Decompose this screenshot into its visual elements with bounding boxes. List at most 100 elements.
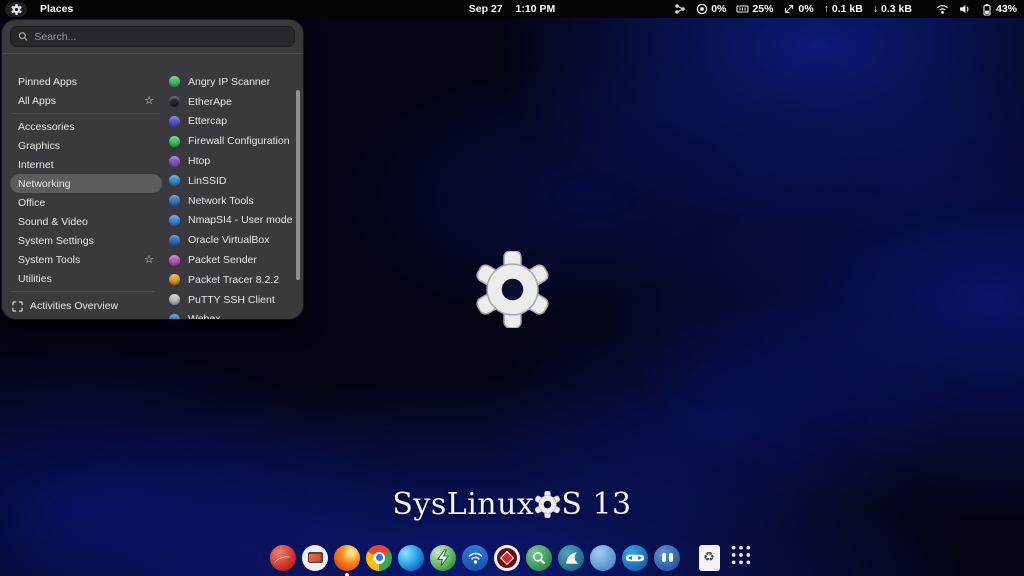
nmapsi4-icon xyxy=(169,215,180,226)
menu-category-office[interactable]: Office xyxy=(10,193,162,212)
applications-menu-button[interactable] xyxy=(5,2,27,17)
menu-app-linssid[interactable]: LinSSID xyxy=(167,171,294,191)
red-diamond-app-icon xyxy=(494,545,520,571)
brand-prefix: SysLinux xyxy=(392,487,534,522)
applications-menu: Pinned Apps All Apps ☆ Accessories Graph… xyxy=(2,20,303,319)
dock-item-remote-app[interactable] xyxy=(654,542,681,573)
panel-date: Sep 27 xyxy=(469,3,503,15)
tray-volume[interactable] xyxy=(959,3,971,15)
teamviewer-icon xyxy=(622,545,648,571)
panel-time: 1:10 PM xyxy=(516,3,556,15)
wifi-icon xyxy=(936,3,949,15)
menu-app-putty[interactable]: PuTTY SSH Client xyxy=(167,290,294,310)
menu-category-sound-video[interactable]: Sound & Video xyxy=(10,212,162,231)
tray-net-up[interactable]: ↑ 0.1 kB xyxy=(824,3,863,15)
network-tools-icon xyxy=(169,195,180,206)
menu-category-system-settings[interactable]: System Settings xyxy=(10,231,162,250)
category-list: Pinned Apps All Apps ☆ Accessories Graph… xyxy=(10,72,162,288)
activities-overview-button[interactable]: Activities Overview xyxy=(12,300,118,312)
menu-app-htop[interactable]: Htop xyxy=(167,151,294,171)
menu-category-all-apps[interactable]: All Apps ☆ xyxy=(10,91,162,110)
putty-icon xyxy=(169,294,180,305)
battery-icon xyxy=(981,3,993,16)
menu-app-packet-sender[interactable]: Packet Sender xyxy=(167,250,294,270)
app-list: Angry IP Scanner EtherApe Ettercap Firew… xyxy=(167,72,294,319)
menu-app-firewall-configuration[interactable]: Firewall Configuration xyxy=(167,131,294,151)
star-icon: ☆ xyxy=(144,253,154,266)
search-input[interactable] xyxy=(34,31,287,43)
app-grid-icon xyxy=(730,544,752,571)
firewall-configuration-icon xyxy=(169,136,180,147)
search-bar[interactable] xyxy=(10,26,295,47)
swap-arrows-icon xyxy=(783,3,795,15)
dock-item-lightning[interactable] xyxy=(430,542,457,573)
memory-icon xyxy=(736,3,749,15)
firefox-icon xyxy=(334,545,360,571)
activities-overview-icon xyxy=(12,301,23,312)
menu-app-virtualbox[interactable]: Oracle VirtualBox xyxy=(167,230,294,250)
packet-sender-icon xyxy=(169,255,180,266)
dock-item-trash[interactable]: ♻ xyxy=(696,542,723,573)
star-icon: ☆ xyxy=(144,94,154,107)
red-sphere-app-icon xyxy=(270,545,296,571)
dock-item-teamviewer[interactable] xyxy=(622,542,649,573)
brand-suffix: S 13 xyxy=(561,487,631,522)
menu-app-packet-tracer[interactable]: Packet Tracer 8.2.2 xyxy=(167,270,294,290)
menu-category-internet[interactable]: Internet xyxy=(10,155,162,174)
edge-icon xyxy=(398,545,424,571)
dock: ♻ xyxy=(0,542,1024,573)
angry-ip-scanner-icon xyxy=(169,76,180,87)
menu-app-webex[interactable]: Webex xyxy=(167,310,294,319)
volume-icon xyxy=(959,3,971,15)
tray-net-down[interactable]: ↓ 0.3 kB xyxy=(873,3,912,15)
menu-app-angry-ip-scanner[interactable]: Angry IP Scanner xyxy=(167,72,294,92)
upload-arrow-icon: ↑ xyxy=(824,3,829,15)
wireshark-icon xyxy=(558,545,584,571)
tray-memory[interactable]: 25% xyxy=(736,3,773,15)
menu-app-ettercap[interactable]: Ettercap xyxy=(167,112,294,132)
dock-item-wifi[interactable] xyxy=(462,542,489,573)
htop-icon xyxy=(169,156,180,167)
menu-category-networking[interactable]: Networking xyxy=(10,174,162,193)
linssid-icon xyxy=(169,175,180,186)
menu-category-utilities[interactable]: Utilities xyxy=(10,269,162,288)
remote-pause-app-icon xyxy=(654,545,680,571)
dock-item-chrome[interactable] xyxy=(366,542,393,573)
dock-item-red-sphere[interactable] xyxy=(270,542,297,573)
menu-app-network-tools[interactable]: Network Tools xyxy=(167,191,294,211)
dock-item-app-grid[interactable] xyxy=(728,542,755,573)
menu-category-pinned-apps[interactable]: Pinned Apps xyxy=(10,72,162,91)
dock-item-blue-app[interactable] xyxy=(590,542,617,573)
lightning-app-icon xyxy=(430,545,456,571)
places-menu[interactable]: Places xyxy=(40,3,73,15)
dock-item-firefox[interactable] xyxy=(334,542,361,573)
dock-item-scanner[interactable] xyxy=(526,542,553,573)
menu-category-graphics[interactable]: Graphics xyxy=(10,136,162,155)
magnifier-app-icon xyxy=(526,545,552,571)
menu-category-accessories[interactable]: Accessories xyxy=(10,117,162,136)
app-list-scrollbar[interactable] xyxy=(296,90,300,280)
tray-cpu[interactable]: 0% xyxy=(696,3,726,15)
wifi-analyzer-app-icon xyxy=(462,545,488,571)
tray-swap[interactable]: 0% xyxy=(783,3,813,15)
menu-category-system-tools[interactable]: System Tools ☆ xyxy=(10,250,162,269)
dock-item-edge[interactable] xyxy=(398,542,425,573)
virtualbox-icon xyxy=(169,235,180,246)
blue-app-icon xyxy=(590,545,616,571)
distro-brand: SysLinux S 13 xyxy=(0,487,1024,522)
tray-network-nodes[interactable] xyxy=(674,3,686,15)
menu-app-etherape[interactable]: EtherApe xyxy=(167,92,294,112)
dock-item-wireshark[interactable] xyxy=(558,542,585,573)
dock-item-packet-tracer[interactable] xyxy=(494,542,521,573)
webex-icon xyxy=(169,314,180,319)
gear-icon xyxy=(11,4,22,15)
network-nodes-icon xyxy=(674,3,686,15)
divider xyxy=(12,113,160,114)
search-icon xyxy=(18,31,28,42)
tray-battery[interactable]: 43% xyxy=(981,3,1017,16)
tray-wifi[interactable] xyxy=(936,3,949,15)
chrome-icon xyxy=(366,545,392,571)
dock-item-display[interactable] xyxy=(302,542,329,573)
gear-icon xyxy=(534,491,561,518)
menu-app-nmapsi4[interactable]: NmapSI4 - User mode xyxy=(167,211,294,231)
